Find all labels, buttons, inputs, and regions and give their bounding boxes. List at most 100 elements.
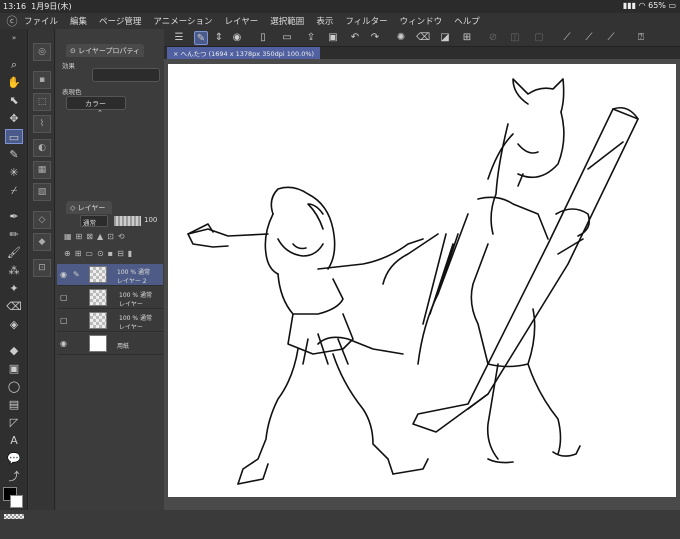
menu-filter[interactable]: フィルター: [345, 15, 387, 27]
subtool-c-icon[interactable]: ⌇: [33, 115, 51, 133]
layer-toolbar-1[interactable]: ▦⊞⊠▲⊡⟲: [64, 232, 162, 244]
eye-icon[interactable]: ◉: [60, 270, 67, 279]
snap-ruler-icon[interactable]: ⟋: [560, 31, 574, 45]
canvas-area[interactable]: [164, 59, 680, 510]
expression-color-select[interactable]: カラー ⌃: [66, 96, 126, 117]
deselect-icon[interactable]: ⊘: [486, 31, 500, 45]
move-tool-icon[interactable]: ✥: [5, 111, 23, 126]
menu-layer[interactable]: レイヤー: [225, 15, 259, 27]
layer-row[interactable]: ◉ 用紙: [57, 333, 163, 355]
pen-tool-icon[interactable]: ✒: [5, 209, 23, 224]
subtool-a-icon[interactable]: ▪: [33, 71, 51, 89]
figure-tool-icon[interactable]: ◯: [5, 379, 23, 394]
menu-window[interactable]: ウィンドウ: [400, 15, 443, 27]
sub-color-swatch[interactable]: [10, 495, 23, 508]
color-well[interactable]: [0, 484, 28, 539]
document-tab[interactable]: × へんたつ (1694 x 1378px 350dpi 100.0%): [167, 47, 321, 59]
undo-icon[interactable]: ↶: [348, 31, 362, 45]
selection-tool-icon[interactable]: ▭: [5, 129, 23, 144]
auto-select-icon[interactable]: ✳: [5, 165, 23, 180]
export-icon[interactable]: ▣: [326, 31, 340, 45]
snap-special-icon[interactable]: ⟋: [582, 31, 596, 45]
spinner-icon[interactable]: ✺: [394, 31, 408, 45]
operation-tool-icon[interactable]: ⬉: [5, 93, 23, 108]
eye-icon[interactable]: ◉: [60, 339, 67, 348]
gradient-icon[interactable]: ▣: [5, 361, 23, 376]
text-tool-icon[interactable]: A: [5, 433, 23, 448]
layer-row[interactable]: ▢ 100 % 通常 レイヤー: [57, 310, 163, 332]
save-icon[interactable]: ⇪: [304, 31, 318, 45]
menu-help[interactable]: ヘルプ: [454, 15, 480, 27]
crop-icon[interactable]: ▢: [532, 31, 546, 45]
frame-tool-icon[interactable]: ▤: [5, 397, 23, 412]
pencil-tool-icon[interactable]: ✏: [5, 227, 23, 242]
drawing-canvas[interactable]: [168, 64, 676, 497]
clear-icon[interactable]: ⌫: [416, 31, 430, 45]
layer-name: レイヤー: [119, 301, 143, 308]
opacity-slider[interactable]: [114, 216, 141, 226]
menu-view[interactable]: 表示: [316, 15, 333, 27]
eye-toggle[interactable]: ▢: [60, 316, 68, 325]
hand-tool-icon[interactable]: ✋: [5, 75, 23, 90]
tool-palette: » ⌕ ✋ ⬉ ✥ ▭ ✎ ✳ ⌿ ✒ ✏ 🖌 ⁂ ✦ ⌫ ◈ ◆ ▣ ◯ ▤ …: [0, 29, 28, 519]
eyedropper-icon[interactable]: ⌿: [5, 183, 23, 198]
effect-buttons[interactable]: [92, 68, 160, 82]
palette-collapse-icon[interactable]: »: [5, 31, 23, 46]
blend-mode-value: 通常: [83, 219, 96, 227]
help-icon[interactable]: ⍰: [634, 31, 648, 45]
record-icon[interactable]: ◉: [230, 31, 244, 45]
layer-row[interactable]: ▢ 100 % 通常 レイヤー: [57, 287, 163, 309]
airbrush-icon[interactable]: ⁂: [5, 263, 23, 278]
layer-tab[interactable]: ◇ レイヤー: [66, 201, 112, 214]
transform-icon[interactable]: ⊞: [460, 31, 474, 45]
layer-thumbnail: [89, 289, 107, 306]
swap-icon[interactable]: ⇕: [212, 31, 226, 45]
invert-selection-icon[interactable]: ◫: [508, 31, 522, 45]
blend-mode-select[interactable]: 通常: [80, 215, 108, 227]
lasso-tool-icon[interactable]: ✎: [5, 147, 23, 162]
battery-icon: ▭: [668, 1, 676, 10]
fill-tool-icon[interactable]: ◆: [5, 343, 23, 358]
menu-selection[interactable]: 選択範囲: [270, 15, 304, 27]
menu-page[interactable]: ページ管理: [99, 15, 141, 27]
brush-tool-icon[interactable]: 🖌: [5, 245, 23, 260]
wifi-icon: ◠: [638, 1, 646, 10]
layer-name: レイヤー: [119, 324, 143, 331]
navigator-icon[interactable]: ◐: [33, 139, 51, 157]
blend-tool-icon[interactable]: ◈: [5, 317, 23, 332]
subtool-e-icon[interactable]: ⊡: [33, 259, 51, 277]
subtool-tab-icon[interactable]: ◎: [33, 43, 51, 61]
open-folder-icon[interactable]: ▭: [280, 31, 294, 45]
redo-icon[interactable]: ↷: [368, 31, 382, 45]
layer-row[interactable]: ◉ ✎ 100 % 通常 レイヤー 2: [57, 264, 163, 286]
menu-animation[interactable]: アニメーション: [153, 15, 212, 27]
menu-edit[interactable]: 編集: [70, 15, 87, 27]
ruler-tool-icon[interactable]: ◸: [5, 415, 23, 430]
snap-grid-icon[interactable]: ⟋: [604, 31, 618, 45]
app-logo-icon[interactable]: ⓒ: [0, 13, 24, 29]
layer-toolbar-2[interactable]: ⊕⊞▭⊙▪⊟▮: [64, 249, 162, 261]
zoom-tool-icon[interactable]: ⌕: [5, 57, 23, 72]
subtool-d-icon[interactable]: ▧: [33, 183, 51, 201]
close-icon[interactable]: ×: [173, 50, 181, 58]
pen-mode-icon[interactable]: ✎: [194, 31, 208, 45]
menu-icon[interactable]: ☰: [172, 31, 186, 45]
layer-property-tab[interactable]: ⊙ レイヤープロパティ: [66, 44, 144, 57]
layer-panel-icon[interactable]: ◆: [33, 233, 51, 251]
eye-toggle[interactable]: ▢: [60, 293, 68, 302]
decoration-icon[interactable]: ✦: [5, 281, 23, 296]
layer-opacity-mode: 通常: [137, 269, 150, 276]
subtool-b-icon[interactable]: ⬚: [33, 93, 51, 111]
transparent-swatch[interactable]: [4, 514, 24, 519]
new-file-icon[interactable]: ▯: [256, 31, 270, 45]
menu-file[interactable]: ファイル: [24, 15, 58, 27]
balloon-tool-icon[interactable]: 💬: [5, 451, 23, 466]
opacity-value[interactable]: 100: [144, 216, 157, 224]
correction-tool-icon[interactable]: ⤴: [5, 469, 23, 484]
fill-icon[interactable]: ◪: [438, 31, 452, 45]
eraser-icon[interactable]: ⌫: [5, 299, 23, 314]
expression-color-label: 表現色: [62, 88, 82, 96]
signal-icon: ▮▮▮: [622, 1, 637, 10]
layer-stack-icon[interactable]: ◇: [33, 211, 51, 229]
material-icon[interactable]: ▦: [33, 161, 51, 179]
